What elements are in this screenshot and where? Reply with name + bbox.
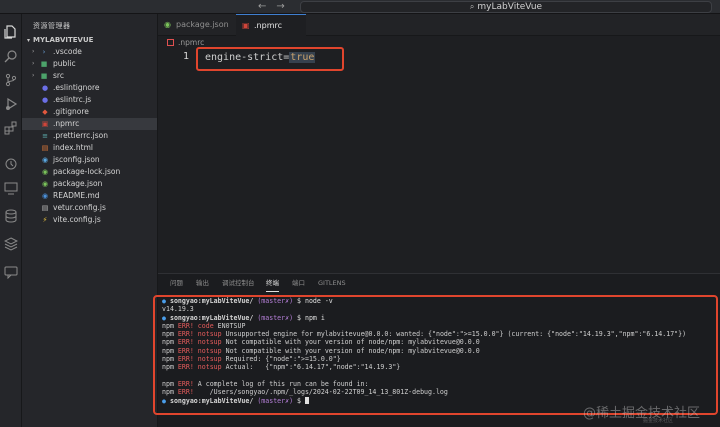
file-tree-item-label: src	[53, 71, 64, 80]
code-editor[interactable]: 1 engine-strict=true	[158, 49, 720, 273]
files-icon[interactable]	[4, 24, 18, 39]
annotation-highlight-box	[196, 47, 344, 71]
watermark: @稀土掘金技术社区 掘金技术社区	[583, 402, 701, 424]
file-icon: ◉	[41, 180, 49, 188]
file-icon: ◉	[41, 192, 49, 200]
search-icon[interactable]	[4, 48, 18, 63]
search-icon: ⌕	[469, 2, 475, 11]
annotation-highlight-box	[153, 295, 718, 415]
chevron-right-icon: ›	[32, 72, 35, 79]
workspace-name: myLabViteVue	[477, 2, 543, 12]
tab-terminal[interactable]: 终端	[266, 274, 279, 292]
breadcrumb-file: .npmrc	[178, 38, 205, 47]
file-tree-item-label: .eslintrc.js	[53, 95, 92, 104]
explorer-sidebar: 资源管理器 ▾ MYLABVITEVUE › › .vscode › ■ public › ■ s…	[22, 14, 158, 427]
file-tree-item[interactable]: ⚡ vite.config.js	[22, 214, 157, 226]
activity-bar	[0, 14, 22, 427]
line-number: 1	[183, 51, 190, 62]
file-tree-item-label: .eslintignore	[53, 83, 100, 92]
folder-icon: ■	[40, 60, 48, 68]
folder-icon: ›	[42, 48, 46, 56]
file-tree-item[interactable]: ◉ README.md	[22, 190, 157, 202]
tab-gitlens[interactable]: GITLENS	[318, 274, 346, 292]
file-icon: ●	[41, 84, 49, 92]
file-tree-item-label: package.json	[53, 179, 103, 188]
file-tree-item[interactable]: ≡ .prettierrc.json	[22, 130, 157, 142]
file-tree-item[interactable]: › ■ src	[22, 70, 157, 82]
file-tree-item[interactable]: ◉ package-lock.json	[22, 166, 157, 178]
database-icon[interactable]	[4, 208, 18, 223]
file-tree-item[interactable]: ◆ .gitignore	[22, 106, 157, 118]
project-name: MYLABVITEVUE	[33, 36, 94, 44]
file-tree-item[interactable]: › ■ public	[22, 58, 157, 70]
file-tree-item[interactable]: ◉ package.json	[22, 178, 157, 190]
folder-icon: ■	[40, 72, 48, 80]
back-arrow-icon[interactable]: ←	[258, 1, 266, 12]
file-icon: ◉	[41, 168, 49, 176]
file-tree-item[interactable]: ▤ index.html	[22, 142, 157, 154]
watermark-text: @稀土掘金技术社区	[583, 406, 701, 421]
file-tree-item[interactable]: ▤ vetur.config.js	[22, 202, 157, 214]
tab-label: package.json	[176, 20, 229, 29]
remote-icon[interactable]	[4, 180, 18, 195]
tab-problems[interactable]: 问题	[170, 274, 183, 292]
file-tree-item[interactable]: ● .eslintrc.js	[22, 94, 157, 106]
file-icon: ●	[41, 96, 49, 104]
tab-label: .npmrc	[254, 21, 282, 30]
npm-file-icon	[167, 39, 174, 46]
file-tree-item-label: vetur.config.js	[53, 203, 106, 212]
explorer-title: 资源管理器	[33, 22, 71, 30]
file-icon: ⚡	[42, 216, 48, 224]
tab-ports[interactable]: 端口	[292, 274, 305, 292]
command-center-search[interactable]: ⌕ myLabViteVue	[300, 1, 712, 13]
layers-icon[interactable]	[3, 236, 19, 251]
file-tree-item-label: vite.config.js	[53, 215, 101, 224]
file-tree-item[interactable]: ● .eslintignore	[22, 82, 157, 94]
project-header[interactable]: ▾ MYLABVITEVUE	[22, 34, 157, 46]
tab-package-json[interactable]: ◉ package.json	[158, 14, 234, 36]
file-icon: ▣	[41, 120, 49, 128]
npm-file-icon: ▣	[242, 21, 250, 30]
nav-buttons: ← →	[258, 0, 295, 13]
file-icon: ◆	[42, 108, 48, 116]
chevron-right-icon: ›	[32, 48, 35, 55]
chevron-down-icon: ▾	[27, 37, 31, 44]
forward-arrow-icon[interactable]: →	[276, 1, 284, 12]
file-tree-item[interactable]: ◉ jsconfig.json	[22, 154, 157, 166]
source-control-icon[interactable]	[4, 72, 18, 87]
file-icon: ▤	[41, 144, 49, 152]
title-bar: ← → ⌕ myLabViteVue	[0, 0, 720, 14]
tab-debug-console[interactable]: 调试控制台	[222, 274, 255, 292]
file-tree-item-label: .gitignore	[53, 107, 89, 116]
watermark-subtext: 掘金技术社区	[643, 418, 674, 424]
git-history-icon[interactable]	[4, 156, 18, 170]
file-tree-item-label: .vscode	[53, 47, 82, 56]
file-tree-item-label: package-lock.json	[53, 167, 121, 176]
panel-tabs: 问题 输出 调试控制台 终端 端口 GITLENS	[158, 274, 720, 292]
file-icon: ≡	[42, 132, 48, 140]
file-tree-item-label: jsconfig.json	[53, 155, 100, 164]
chevron-right-icon: ›	[32, 60, 35, 67]
run-debug-icon[interactable]	[4, 96, 18, 111]
json-file-icon: ◉	[164, 20, 171, 29]
tab-output[interactable]: 输出	[196, 274, 209, 292]
file-icon: ▤	[41, 204, 49, 212]
file-tree-item-label: public	[53, 59, 76, 68]
editor-tabs: ◉ package.json ▣ .npmrc	[158, 14, 720, 36]
file-tree-item-label: index.html	[53, 143, 93, 152]
extensions-icon[interactable]	[4, 120, 18, 135]
file-tree-item-label: README.md	[53, 191, 100, 200]
file-tree-item-label: .prettierrc.json	[53, 131, 108, 140]
file-tree-item-label: .npmrc	[53, 119, 80, 128]
file-tree: › › .vscode › ■ public › ■ src ● .eslintignore ● .es…	[22, 46, 157, 226]
file-icon: ◉	[41, 156, 49, 164]
chat-icon[interactable]	[4, 264, 18, 280]
tab-npmrc[interactable]: ▣ .npmrc	[236, 14, 306, 36]
file-tree-item[interactable]: ▣ .npmrc	[22, 118, 157, 130]
file-tree-item[interactable]: › › .vscode	[22, 46, 157, 58]
